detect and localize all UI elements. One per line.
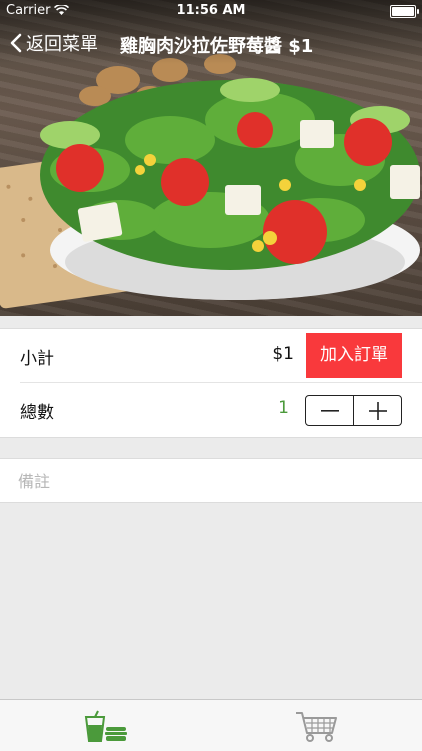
back-to-menu-button[interactable]: 返回菜單 [10, 30, 98, 56]
tab-cart[interactable] [211, 700, 422, 751]
add-to-order-button[interactable]: 加入訂單 [306, 333, 402, 378]
plus-icon [368, 401, 387, 420]
tab-bar [0, 699, 422, 751]
minus-icon [320, 409, 339, 412]
menu-drink-burger-icon [84, 710, 127, 742]
back-button-label: 返回菜單 [26, 34, 98, 55]
page-title: 雞胸肉沙拉佐野莓醬 $1 [120, 36, 314, 57]
quantity-row: 總數 1 [0, 383, 422, 437]
status-time: 11:56 AM [176, 3, 246, 18]
increment-button[interactable] [354, 396, 401, 425]
subtotal-label: 小計 [20, 349, 54, 369]
subtotal-row: 小計 $1 加入訂單 [0, 329, 422, 383]
note-input[interactable] [16, 459, 410, 504]
battery-icon [390, 5, 419, 18]
navigation-bar: 返回菜單 雞胸肉沙拉佐野莓醬 $1 [0, 22, 422, 66]
quantity-label: 總數 [20, 403, 54, 423]
quantity-value: 1 [278, 398, 289, 418]
subtotal-value: $1 [272, 344, 294, 364]
decrement-button[interactable] [306, 396, 353, 425]
shopping-cart-icon [295, 711, 337, 742]
note-section [0, 458, 422, 504]
order-panel: 小計 $1 加入訂單 總數 1 [0, 328, 422, 438]
tab-menu[interactable] [0, 700, 211, 751]
status-bar: Carrier 11:56 AM [0, 0, 422, 22]
chevron-left-icon [10, 33, 22, 53]
quantity-stepper [305, 395, 402, 426]
